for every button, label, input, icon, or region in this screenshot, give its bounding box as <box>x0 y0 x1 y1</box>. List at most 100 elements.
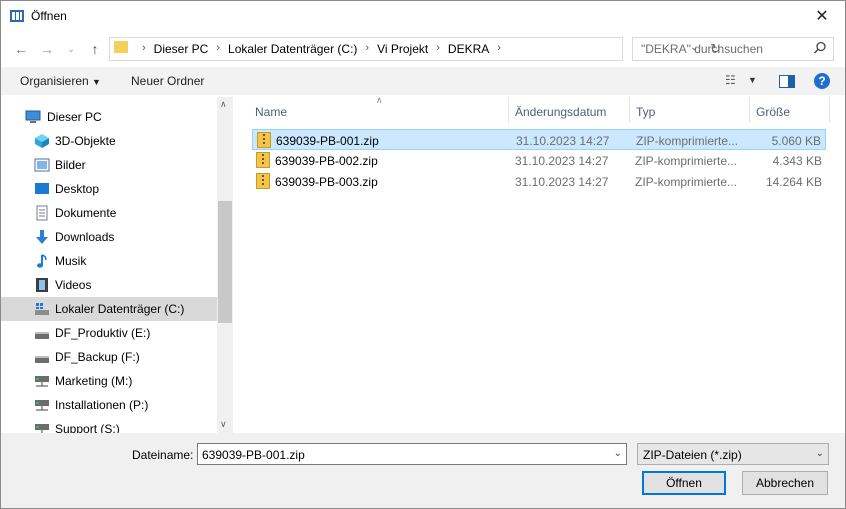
zip-file-icon <box>257 132 271 148</box>
folder-icon <box>114 41 128 53</box>
sidebar-item-label: Desktop <box>55 182 100 196</box>
sidebar-item-label: 3D-Objekte <box>55 134 116 148</box>
search-icon <box>813 41 826 54</box>
filename-field[interactable]: 639039-PB-001.zip ⌄ <box>197 443 627 465</box>
sidebar-item-bilder[interactable]: Bilder <box>1 153 217 177</box>
scrollbar-thumb[interactable] <box>218 201 232 323</box>
file-name: 639039-PB-001.zip <box>276 134 379 148</box>
breadcrumb-separator[interactable]: › <box>436 42 440 56</box>
sidebar-item-label: Bilder <box>55 158 86 172</box>
desktop-icon <box>35 183 49 194</box>
column-header-type[interactable]: Typ <box>636 105 655 119</box>
breadcrumb-separator[interactable]: › <box>365 42 369 56</box>
breadcrumb-item[interactable]: Vi Projekt <box>377 42 428 56</box>
column-divider[interactable] <box>749 97 750 123</box>
breadcrumb: › Dieser PC › Lokaler Datenträger (C:) ›… <box>134 42 509 56</box>
breadcrumb-item[interactable]: Dieser PC <box>154 42 209 56</box>
column-divider[interactable] <box>829 97 830 123</box>
sidebar-item-df-produktiv[interactable]: DF_Produktiv (E:) <box>1 321 217 345</box>
view-dropdown-icon[interactable]: ▼ <box>748 75 757 85</box>
file-type: ZIP-komprimierte... <box>636 134 739 148</box>
scroll-up-icon[interactable]: ∧ <box>220 99 227 110</box>
sidebar-item-label: Videos <box>55 278 92 292</box>
sidebar-item-installationen[interactable]: Installationen (P:) <box>1 393 217 417</box>
close-icon: ✕ <box>815 8 829 25</box>
breadcrumb-separator[interactable]: › <box>497 42 501 56</box>
file-size: 5.060 KB <box>771 134 821 148</box>
close-button[interactable]: ✕ <box>799 1 845 31</box>
arrow-right-icon: → <box>40 41 54 57</box>
file-list: ∧ Name Änderungsdatum Typ Größe 639039-P… <box>233 95 845 433</box>
column-divider[interactable] <box>629 97 630 123</box>
chevron-down-icon: ⌄ <box>815 448 824 459</box>
breadcrumb-item[interactable]: Lokaler Datenträger (C:) <box>228 42 357 56</box>
search-input[interactable]: "DEKRA" durchsuchen <box>632 37 834 61</box>
sidebar-item-downloads[interactable]: Downloads <box>1 225 217 249</box>
breadcrumb-separator[interactable]: › <box>216 42 220 56</box>
preview-pane-icon[interactable] <box>779 75 795 88</box>
filename-label: Dateiname: <box>132 448 194 462</box>
sidebar-item-label: Dieser PC <box>47 110 102 124</box>
address-bar[interactable]: › Dieser PC › Lokaler Datenträger (C:) ›… <box>109 37 721 61</box>
up-button[interactable]: ↑ <box>85 39 105 59</box>
chevron-down-icon[interactable]: ⌄ <box>614 448 622 459</box>
column-header-name[interactable]: Name <box>255 105 287 119</box>
breadcrumb-separator: › <box>142 42 146 54</box>
sidebar-item-dieser-pc[interactable]: Dieser PC <box>1 105 217 129</box>
file-type: ZIP-komprimierte... <box>635 175 738 189</box>
open-button[interactable]: Öffnen <box>642 471 726 495</box>
video-icon <box>36 278 48 292</box>
chevron-down-icon: ⌄ <box>67 43 75 54</box>
sidebar-item-dokumente[interactable]: Dokumente <box>1 201 217 225</box>
sort-ascending-icon: ∧ <box>376 95 383 105</box>
column-header-date[interactable]: Änderungsdatum <box>515 105 606 119</box>
network-drive-icon <box>35 424 49 433</box>
sidebar-item-label: DF_Produktiv (E:) <box>55 326 151 340</box>
sidebar-item-label: Marketing (M:) <box>55 374 133 388</box>
sidebar-item-marketing[interactable]: Marketing (M:) <box>1 369 217 393</box>
sidebar-item-desktop[interactable]: Desktop <box>1 177 217 201</box>
navigation-pane-scrollbar[interactable]: ∧ ∨ <box>217 97 233 433</box>
sidebar-item-label: Downloads <box>55 230 115 244</box>
arrow-up-icon: ↑ <box>91 41 99 57</box>
file-type-select[interactable]: ZIP-Dateien (*.zip) ⌄ <box>637 443 829 465</box>
sidebar-item-videos[interactable]: Videos <box>1 273 217 297</box>
forward-button[interactable]: → <box>37 39 57 59</box>
scroll-down-icon[interactable]: ∨ <box>220 419 227 430</box>
sidebar-item-support[interactable]: Support (S:) <box>1 417 217 433</box>
file-row[interactable]: 639039-PB-003.zip 31.10.2023 14:27 ZIP-k… <box>252 171 826 192</box>
open-file-dialog: Öffnen ✕ ← → ⌄ ↑ › Dieser PC › Lokaler D… <box>0 0 846 509</box>
file-type: ZIP-komprimierte... <box>635 154 738 168</box>
drive-icon <box>35 303 49 315</box>
back-button[interactable]: ← <box>11 39 31 59</box>
sidebar-item-3d-objekte[interactable]: 3D-Objekte <box>1 129 217 153</box>
computer-icon <box>25 110 41 123</box>
view-options-icon[interactable]: ☷ <box>725 73 736 87</box>
sidebar-item-df-backup[interactable]: DF_Backup (F:) <box>1 345 217 369</box>
network-drive-icon <box>35 376 49 387</box>
file-row[interactable]: 639039-PB-002.zip 31.10.2023 14:27 ZIP-k… <box>252 150 826 171</box>
organize-label: Organisieren <box>20 74 89 88</box>
window-title: Öffnen <box>31 9 67 23</box>
breadcrumb-item[interactable]: DEKRA <box>448 42 489 56</box>
file-type-value: ZIP-Dateien (*.zip) <box>643 448 742 462</box>
sidebar-item-label: Musik <box>55 254 87 268</box>
pictures-icon <box>34 158 50 172</box>
column-header-size[interactable]: Größe <box>756 105 790 119</box>
arrow-left-icon: ← <box>14 41 28 57</box>
organize-button[interactable]: Organisieren ▼ <box>20 74 101 88</box>
column-divider[interactable] <box>508 97 509 123</box>
title-bar: Öffnen ✕ <box>1 1 845 31</box>
navigation-pane: Dieser PC 3D-Objekte Bilder Desktop Doku… <box>1 97 233 433</box>
sidebar-item-lokaler-datentraeger[interactable]: Lokaler Datenträger (C:) <box>1 297 217 321</box>
cancel-button[interactable]: Abbrechen <box>742 471 828 495</box>
zip-file-icon <box>256 173 270 189</box>
dialog-footer: Dateiname: 639039-PB-001.zip ⌄ ZIP-Datei… <box>1 433 845 508</box>
recent-locations-button[interactable]: ⌄ <box>61 39 81 59</box>
sidebar-item-musik[interactable]: Musik <box>1 249 217 273</box>
help-icon[interactable]: ? <box>814 73 830 89</box>
new-folder-button[interactable]: Neuer Ordner <box>131 74 204 88</box>
zip-file-icon <box>256 152 270 168</box>
music-icon <box>37 254 47 268</box>
file-row[interactable]: 639039-PB-001.zip 31.10.2023 14:27 ZIP-k… <box>252 129 826 150</box>
